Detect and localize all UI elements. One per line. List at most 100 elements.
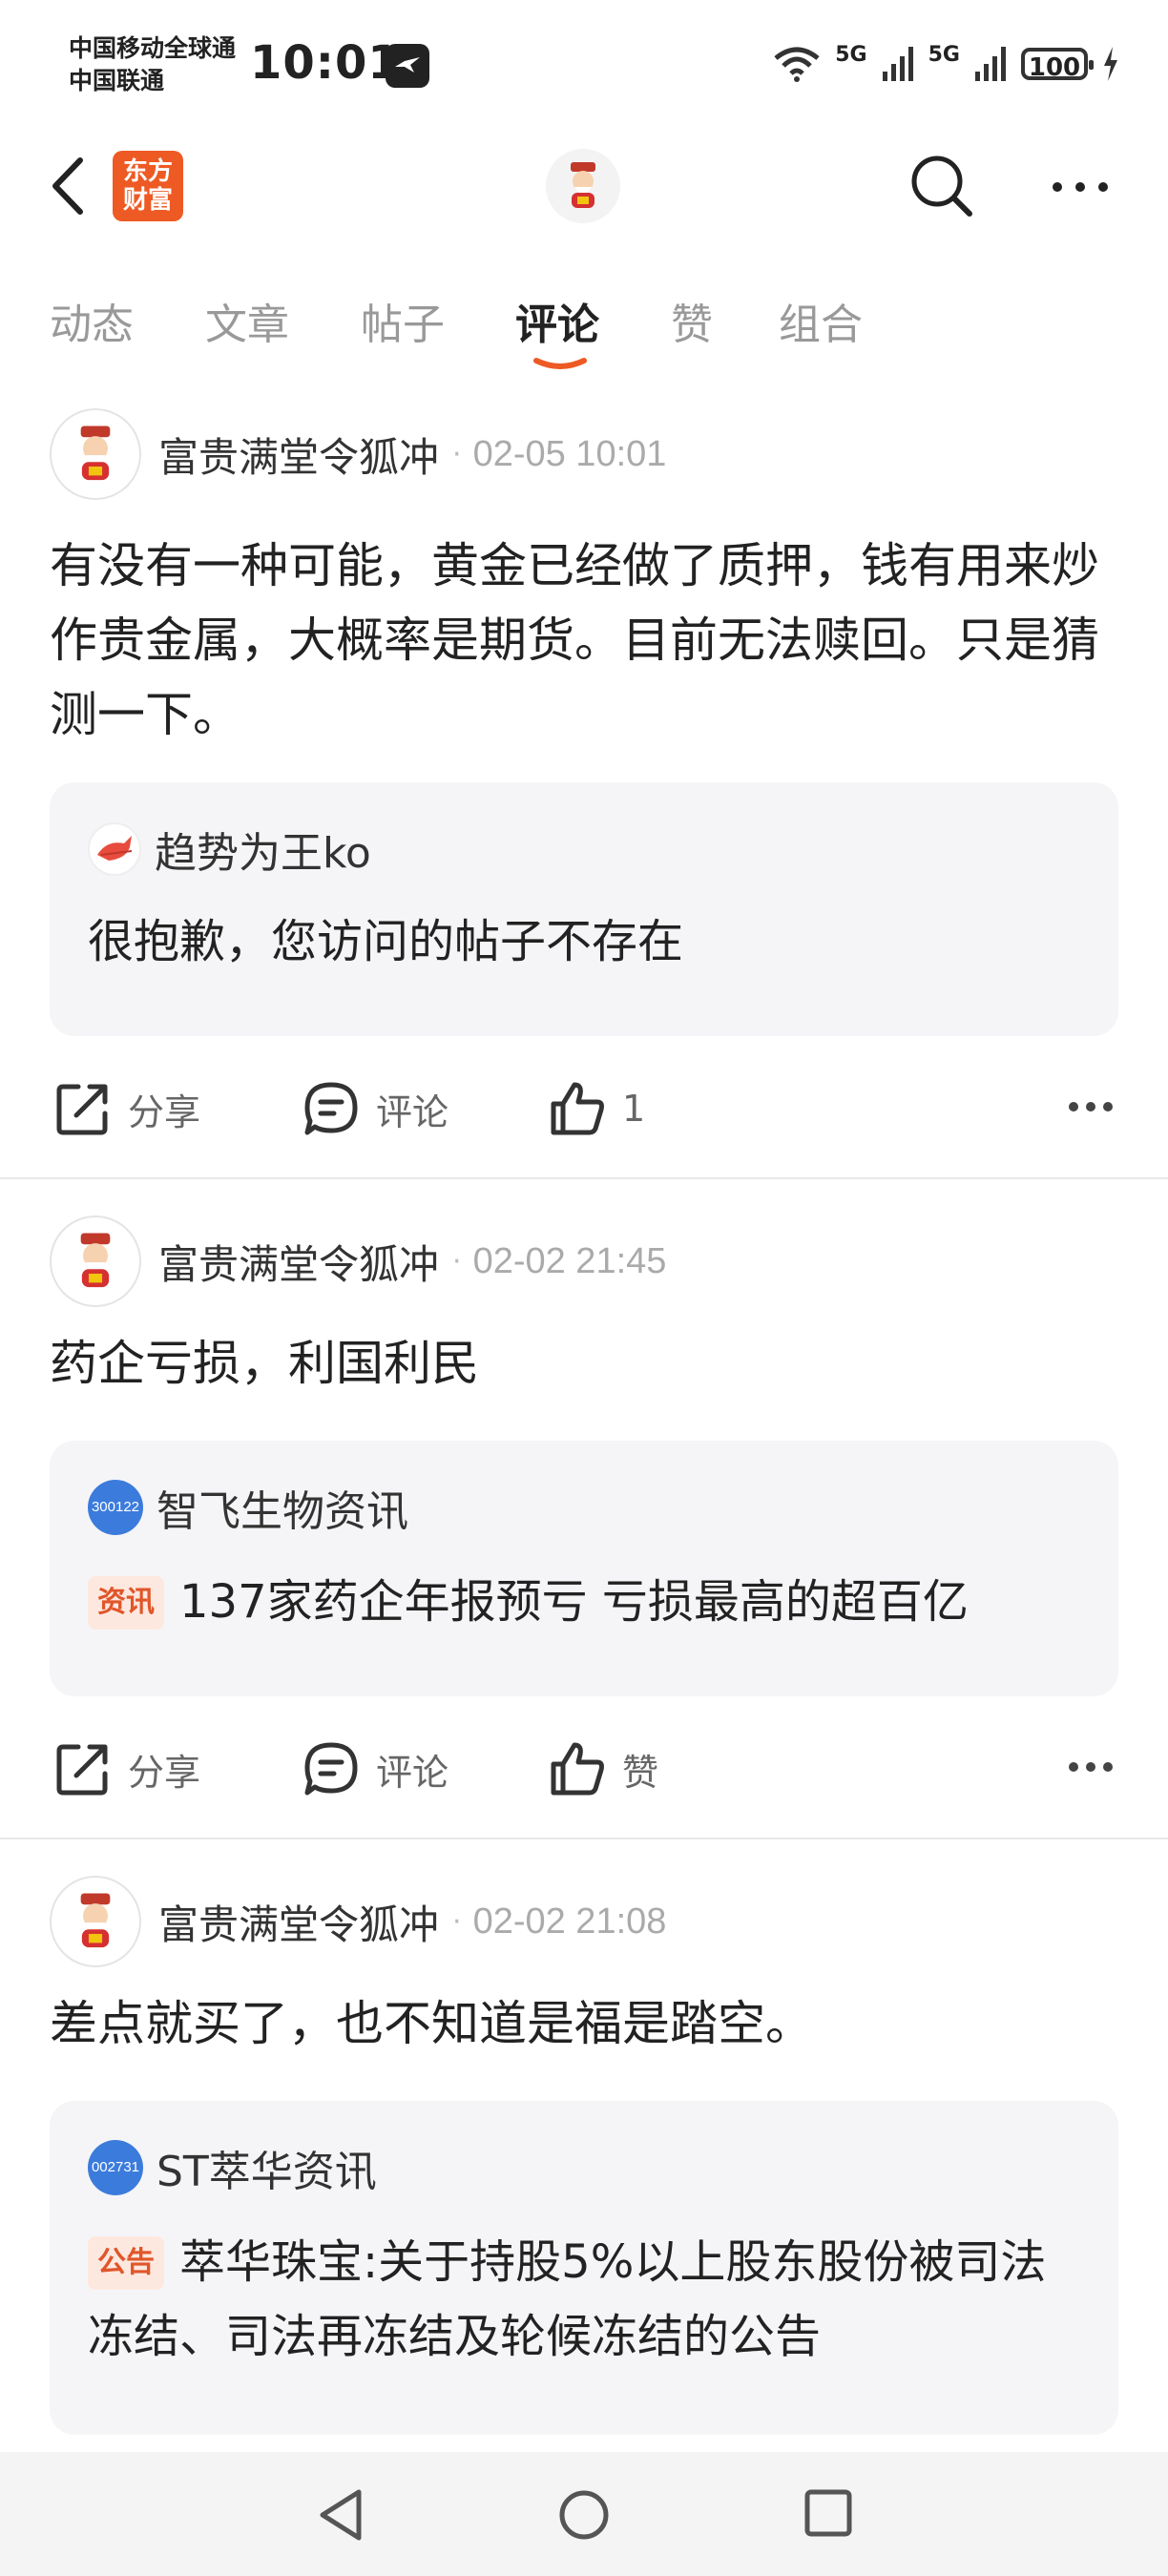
tab-portfolio[interactable]: 组合	[779, 290, 863, 351]
share-icon	[56, 1744, 108, 1796]
signal-icon	[882, 47, 913, 81]
fortune-god-avatar-icon	[80, 426, 111, 481]
author-name[interactable]: 富贵满堂令狐冲	[158, 426, 439, 484]
separator-dot: ·	[452, 1904, 462, 1939]
comment-card[interactable]: 富贵满堂令狐冲 · 02-02 21:45 药企亏损，利国利民 300122 智…	[0, 1214, 1168, 1839]
stock-code-badge: 002731	[88, 2140, 143, 2195]
announcement-tag: 公告	[88, 2236, 164, 2290]
more-dots-icon	[1069, 1762, 1113, 1772]
separator-dot: ·	[452, 437, 462, 471]
quoted-source-name[interactable]: 智飞生物资讯	[156, 1477, 408, 1538]
share-label: 分享	[128, 1091, 201, 1133]
more-dots-icon	[1053, 182, 1108, 192]
comment-card[interactable]: 富贵满堂令狐冲 · 02-02 21:08 差点就买了，也不知道是福是踏空。 0…	[0, 1874, 1168, 2446]
comment-label: 评论	[376, 1751, 449, 1794]
quoted-author-name[interactable]: 趋势为王ko	[155, 819, 371, 880]
quoted-source-name[interactable]: ST萃华资讯	[156, 2137, 377, 2198]
logo-text-2: 财富	[122, 186, 173, 215]
quoted-source-row: 300122 智飞生物资讯	[88, 1479, 408, 1536]
like-button[interactable]: 赞	[548, 1731, 658, 1807]
comment-icon	[304, 1082, 358, 1135]
divider	[0, 1177, 1168, 1179]
nav-home-button[interactable]	[557, 2488, 611, 2545]
carrier-line-1: 中国移动全球通	[69, 34, 237, 62]
comment-text[interactable]: 有没有一种可能，黄金已经做了质押，钱有用来炒作贵金属，大概率是期货。目前无法赎回…	[50, 529, 1118, 752]
like-label: 赞	[622, 1751, 659, 1794]
post-time: 02-02 21:45	[472, 1240, 667, 1281]
like-count: 1	[622, 1088, 646, 1130]
more-dots-icon	[1069, 1102, 1113, 1111]
wifi-icon	[774, 47, 820, 82]
hen-avatar-icon	[88, 822, 141, 876]
fortune-god-avatar-icon	[80, 1233, 111, 1288]
more-options-button[interactable]	[1050, 179, 1111, 198]
logo-text-1: 东方	[122, 157, 173, 186]
comment-text[interactable]: 药企亏损，利国利民	[50, 1326, 1118, 1401]
comment-text[interactable]: 差点就买了，也不知道是福是踏空。	[50, 1986, 1118, 2061]
author-name[interactable]: 富贵满堂令狐冲	[158, 1893, 439, 1951]
carrier-info: 中国移动全球通 中国联通	[69, 32, 236, 97]
thumbs-up-icon	[551, 1082, 604, 1135]
circle-home-icon	[559, 2490, 609, 2540]
user-avatar[interactable]	[546, 149, 620, 223]
separator-dot: ·	[452, 1244, 462, 1278]
share-button[interactable]: 分享	[53, 1070, 200, 1147]
nav-back-button[interactable]	[317, 2488, 365, 2545]
post-time: 02-05 10:01	[472, 433, 667, 474]
battery-indicator: 100	[1021, 48, 1094, 82]
notification-bird-icon	[386, 44, 429, 88]
more-options-button[interactable]	[1067, 1099, 1115, 1117]
announcement-headline: 萃华珠宝:关于持股5%以上股东股份被司法冻结、司法再冻结及轮候冻结的公告	[88, 2235, 1047, 2363]
comment-button[interactable]: 评论	[302, 1070, 448, 1147]
comment-label: 评论	[376, 1091, 449, 1133]
app-logo: 东方 财富	[113, 151, 183, 221]
nav-recents-button[interactable]	[803, 2488, 853, 2542]
quoted-post[interactable]: 趋势为王ko 很抱歉，您访问的帖子不存在	[50, 782, 1118, 1036]
search-icon	[911, 156, 972, 217]
author-avatar[interactable]	[50, 1876, 141, 1967]
tab-comments[interactable]: 评论	[515, 290, 599, 351]
like-button[interactable]: 1	[548, 1070, 645, 1147]
action-bar: 分享 评论 赞	[0, 1731, 1168, 1807]
author-row: 富贵满堂令狐冲 · 02-05 10:01	[50, 406, 666, 502]
quoted-text: 很抱歉，您访问的帖子不存在	[88, 915, 684, 968]
search-button[interactable]	[908, 153, 975, 223]
triangle-back-icon	[320, 2489, 362, 2541]
author-avatar[interactable]	[50, 408, 141, 500]
stock-code-badge: 300122	[88, 1480, 143, 1535]
share-icon	[56, 1084, 108, 1135]
comment-icon	[304, 1742, 358, 1796]
news-tag: 资讯	[88, 1576, 164, 1630]
carrier-line-2: 中国联通	[69, 67, 165, 94]
fortune-god-avatar-icon	[80, 1893, 111, 1948]
back-button[interactable]	[50, 156, 88, 219]
title-bar: 东方 财富	[0, 143, 1168, 229]
share-button[interactable]: 分享	[53, 1731, 200, 1807]
more-options-button[interactable]	[1067, 1759, 1115, 1777]
quoted-news-text: 资讯 137家药企年报预亏 亏损最高的超百亿	[88, 1565, 1080, 1639]
network-type-2: 5G	[928, 42, 960, 67]
back-arrow-icon	[52, 157, 83, 215]
status-time: 10:01	[250, 36, 401, 90]
author-name[interactable]: 富贵满堂令狐冲	[158, 1233, 439, 1291]
comment-button[interactable]: 评论	[302, 1731, 448, 1807]
quoted-news[interactable]: 300122 智飞生物资讯 资讯 137家药企年报预亏 亏损最高的超百亿	[50, 1441, 1118, 1696]
tab-dynamic[interactable]: 动态	[50, 290, 134, 351]
system-nav-bar	[0, 2452, 1168, 2576]
author-row: 富贵满堂令狐冲 · 02-02 21:45	[50, 1214, 666, 1309]
quoted-source-row: 002731 ST萃华资讯	[88, 2139, 377, 2196]
network-type-1: 5G	[835, 42, 867, 67]
fortune-god-avatar-icon	[571, 162, 595, 208]
share-label: 分享	[128, 1751, 201, 1794]
comment-card[interactable]: 富贵满堂令狐冲 · 02-05 10:01 有没有一种可能，黄金已经做了质押，钱…	[0, 406, 1168, 1179]
system-icons: 5G 5G 100	[772, 40, 1120, 88]
active-tab-indicator	[533, 358, 587, 369]
tab-posts[interactable]: 帖子	[361, 290, 445, 351]
quoted-announcement[interactable]: 002731 ST萃华资讯 公告 萃华珠宝:关于持股5%以上股东股份被司法冻结、司…	[50, 2101, 1118, 2435]
author-avatar[interactable]	[50, 1215, 141, 1307]
divider	[0, 1838, 1168, 1839]
status-bar: 中国移动全球通 中国联通 10:01 5G 5G 100	[0, 0, 1168, 134]
tab-likes[interactable]: 赞	[671, 290, 713, 351]
tab-articles[interactable]: 文章	[205, 290, 289, 351]
author-row: 富贵满堂令狐冲 · 02-02 21:08	[50, 1874, 666, 1969]
